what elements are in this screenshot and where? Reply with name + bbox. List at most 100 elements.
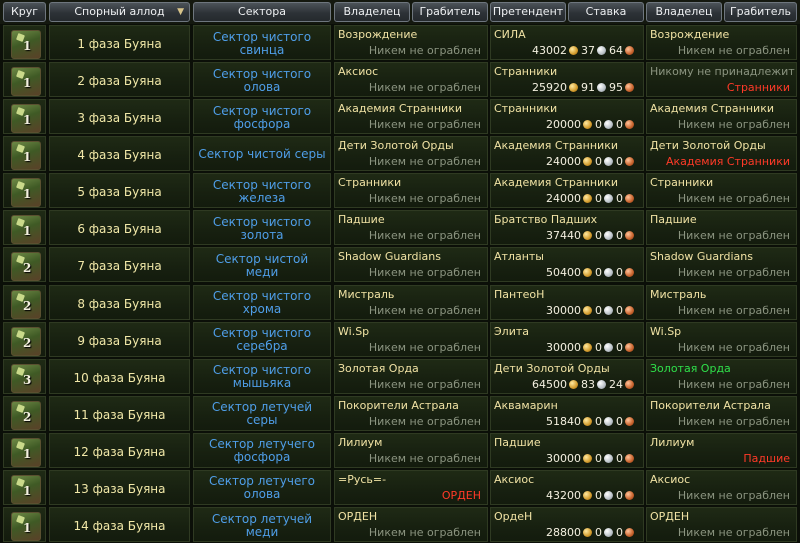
sector-cell: Сектор летучего фосфора bbox=[193, 432, 331, 469]
sectors-column-header[interactable]: Сектора bbox=[193, 2, 331, 22]
robber2-column-header[interactable]: Грабитель bbox=[724, 2, 797, 22]
sector-link[interactable]: Сектор летучей меди bbox=[194, 508, 330, 543]
silver-amount: 91 bbox=[581, 81, 595, 95]
allod-column-header[interactable]: Спорный аллод ▼ bbox=[49, 2, 190, 22]
allod-name: 11 фаза Буяна bbox=[73, 407, 166, 422]
round-number: 2 bbox=[23, 335, 32, 350]
sector-cell: Сектор чистого хрома bbox=[193, 284, 331, 321]
stake-amount: 43002 37 64 bbox=[532, 44, 637, 57]
new-owner-robber-cell: Покорители Астрала Никем не ограблен bbox=[646, 395, 797, 431]
sector-link[interactable]: Сектор чистого серебра bbox=[194, 323, 330, 358]
table-row[interactable]: 2 11 фаза Буяна Сектор летучей серы Покорит… bbox=[0, 395, 800, 432]
owner-robber-cell: Возрождение Никем не ограблен bbox=[334, 25, 488, 60]
sector-link[interactable]: Сектор чистой меди bbox=[194, 248, 330, 283]
sector-link[interactable]: Сектор чистого олова bbox=[194, 63, 330, 98]
sector-link[interactable]: Сектор летучего олова bbox=[194, 471, 330, 506]
allod-cell: 3 фаза Буяна bbox=[49, 99, 190, 135]
stake-amount: 30000 0 0 bbox=[546, 341, 637, 354]
table-row[interactable]: 13 фаза Буяна Сектор чистого фосфора Акаде… bbox=[0, 98, 800, 135]
table-row[interactable]: 1 12 фаза Буяна Сектор летучего фосфора Лил… bbox=[0, 432, 800, 469]
allod-name: 5 фаза Буяна bbox=[77, 185, 162, 200]
sector-link[interactable]: Сектор летучей серы bbox=[194, 397, 330, 432]
robber-name: Никем не ограблен bbox=[368, 451, 481, 465]
stake-amount: 24000 0 0 bbox=[546, 192, 637, 205]
stake-amount: 30000 0 0 bbox=[546, 452, 637, 465]
sector-link[interactable]: Сектор чистого свинца bbox=[194, 26, 330, 61]
owner-name: Возрождение bbox=[338, 28, 418, 41]
claimant-stake-cell: ПантеоН 30000 0 0 bbox=[490, 284, 644, 320]
table-row[interactable]: 16 фаза Буяна Сектор чистого золота Падшие… bbox=[0, 209, 800, 246]
round-badge-icon: 1 bbox=[11, 474, 41, 504]
sector-link[interactable]: Сектор чистого фосфора bbox=[194, 100, 330, 135]
table-row[interactable]: 27 фаза Буяна Сектор чистой меди Shadow Gu… bbox=[0, 246, 800, 283]
claimant-stake-cell: Элита 30000 0 0 bbox=[490, 321, 644, 357]
round-badge-icon: 1 bbox=[11, 67, 41, 97]
owner-robber-cell: Лилиум Никем не ограблен bbox=[334, 432, 488, 468]
robber-column-header[interactable]: Грабитель bbox=[412, 2, 488, 22]
silver-coin-icon bbox=[604, 305, 613, 315]
table-row[interactable]: 1 14 фаза Буяна Сектор летучей меди ОРДЕН Ни… bbox=[0, 506, 800, 543]
stake-column-header[interactable]: Ставка bbox=[568, 2, 644, 22]
gold-coin-icon bbox=[583, 342, 592, 352]
silver-coin-icon bbox=[604, 157, 613, 167]
robber-name: Никем не ограблен bbox=[368, 377, 481, 391]
owner-column-header[interactable]: Владелец bbox=[334, 2, 410, 22]
allod-name: 13 фаза Буяна bbox=[73, 481, 166, 496]
new-owner-robber-cell: Дети Золотой Орды Академия Странники bbox=[646, 136, 797, 172]
sector-link[interactable]: Сектор чистого хрома bbox=[194, 286, 330, 321]
round-column-header[interactable]: Круг bbox=[3, 2, 46, 22]
silver-coin-icon bbox=[604, 490, 613, 500]
sector-link[interactable]: Сектор чистого мышьяка bbox=[194, 360, 330, 395]
round-number: 2 bbox=[23, 298, 32, 313]
table-row[interactable]: 15 фаза Буяна Сектор чистого железа Странн… bbox=[0, 172, 800, 209]
table-row[interactable]: 1 13 фаза Буяна Сектор летучего олова =Русь… bbox=[0, 469, 800, 506]
allod-name: 3 фаза Буяна bbox=[77, 111, 162, 126]
silver-amount: 0 bbox=[595, 266, 602, 280]
table-row[interactable]: 2 8 фаза Буяна Сектор чистого хрома Мистрал… bbox=[0, 284, 800, 321]
robber-name: Никем не ограблен bbox=[368, 526, 481, 540]
round-cell: 2 bbox=[3, 321, 46, 357]
copper-amount: 24 bbox=[609, 377, 623, 391]
claimant-stake-cell: Братство Падших 37440 0 0 bbox=[490, 210, 644, 246]
new-robber-name: Странники bbox=[726, 81, 790, 95]
stake-amount: 64500 83 24 bbox=[532, 378, 637, 391]
table-row[interactable]: 29 фаза Буяна Сектор чистого серебра Wi.Sp… bbox=[0, 321, 800, 358]
table-row[interactable]: 11 фаза Буяна Сектор чистого свинца Возрож… bbox=[0, 24, 800, 61]
round-number: 1 bbox=[23, 76, 32, 91]
sector-link[interactable]: Сектор чистого золота bbox=[194, 211, 330, 246]
gold-amount: 30000 bbox=[546, 303, 581, 317]
owner2-column-header[interactable]: Владелец bbox=[646, 2, 722, 22]
allod-cell: 14 фаза Буяна bbox=[49, 507, 190, 543]
claimant-column-header[interactable]: Претендент bbox=[490, 2, 566, 22]
owner-name: Wi.Sp bbox=[338, 324, 370, 338]
claimant-stake-cell: Странники 20000 0 0 bbox=[490, 99, 644, 135]
allod-cell: 9 фаза Буяна bbox=[49, 321, 190, 357]
round-badge-icon: 1 bbox=[11, 30, 41, 59]
sector-link[interactable]: Сектор чистого железа bbox=[194, 174, 330, 209]
gold-amount: 24000 bbox=[546, 192, 581, 206]
copper-amount: 0 bbox=[616, 488, 623, 502]
sector-cell: Сектор чистого мышьяка bbox=[193, 358, 331, 395]
table-row[interactable]: 3 10 фаза Буяна Сектор чистого мышьяка Золо… bbox=[0, 358, 800, 395]
table-row[interactable]: 14 фаза Буяна Сектор чистой серы Дети Золо… bbox=[0, 135, 800, 172]
round-cell: 3 bbox=[3, 358, 46, 394]
copper-amount: 64 bbox=[609, 44, 623, 57]
claimant-name: СИЛА bbox=[494, 28, 526, 41]
claimant-name: ОрдеН bbox=[494, 510, 533, 524]
owner-robber-cell: Мистраль Никем не ограблен bbox=[334, 284, 488, 320]
round-badge-icon: 2 bbox=[11, 326, 41, 356]
new-owner-name: Возрождение bbox=[650, 28, 730, 41]
table-row[interactable]: 1 2 фаза Буяна Сектор чистого олова Аксиос Н… bbox=[0, 61, 800, 98]
new-owner-name: Падшие bbox=[650, 213, 697, 227]
owner-robber-cell: Wi.Sp Никем не ограблен bbox=[334, 321, 488, 357]
gold-amount: 25920 bbox=[532, 81, 567, 95]
new-robber-name: Никем не ограблен bbox=[677, 118, 790, 132]
new-robber-name: Никем не ограблен bbox=[677, 44, 790, 57]
round-cell: 1 bbox=[3, 173, 46, 209]
sector-link[interactable]: Сектор летучего фосфора bbox=[194, 434, 330, 469]
gold-amount: 50400 bbox=[546, 266, 581, 280]
allod-cell: 8 фаза Буяна bbox=[49, 284, 190, 320]
table-header: Круг Спорный аллод ▼ Сектора Владелец Гр… bbox=[0, 0, 800, 24]
sector-link[interactable]: Сектор чистой серы bbox=[194, 137, 330, 172]
stake-amount: 37440 0 0 bbox=[546, 229, 637, 242]
